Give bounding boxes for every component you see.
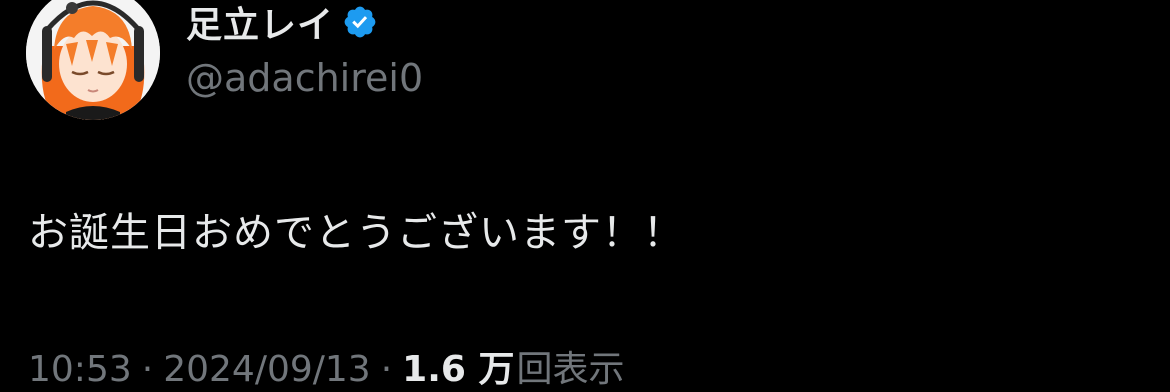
verified-badge-icon [342,4,378,40]
avatar[interactable] [26,0,160,120]
views-label: 回表示 [516,349,625,390]
views-count: 1.6 万 [402,349,515,390]
tweet-date[interactable]: 2024/09/13 [163,349,371,390]
avatar-image [26,0,160,120]
meta-separator: · [141,349,154,390]
author-display-name[interactable]: 足立レイ [186,0,334,48]
tweet-meta: 10:53 · 2024/09/13 · 1.6 万 回表示 [28,340,624,392]
meta-separator: · [380,349,393,390]
author-handle[interactable]: @adachirei0 [186,56,423,100]
tweet-text: お誕生日おめでとうございます！！ [28,210,684,256]
tweet-time[interactable]: 10:53 [28,349,132,390]
author-name-row: 足立レイ [186,0,378,46]
